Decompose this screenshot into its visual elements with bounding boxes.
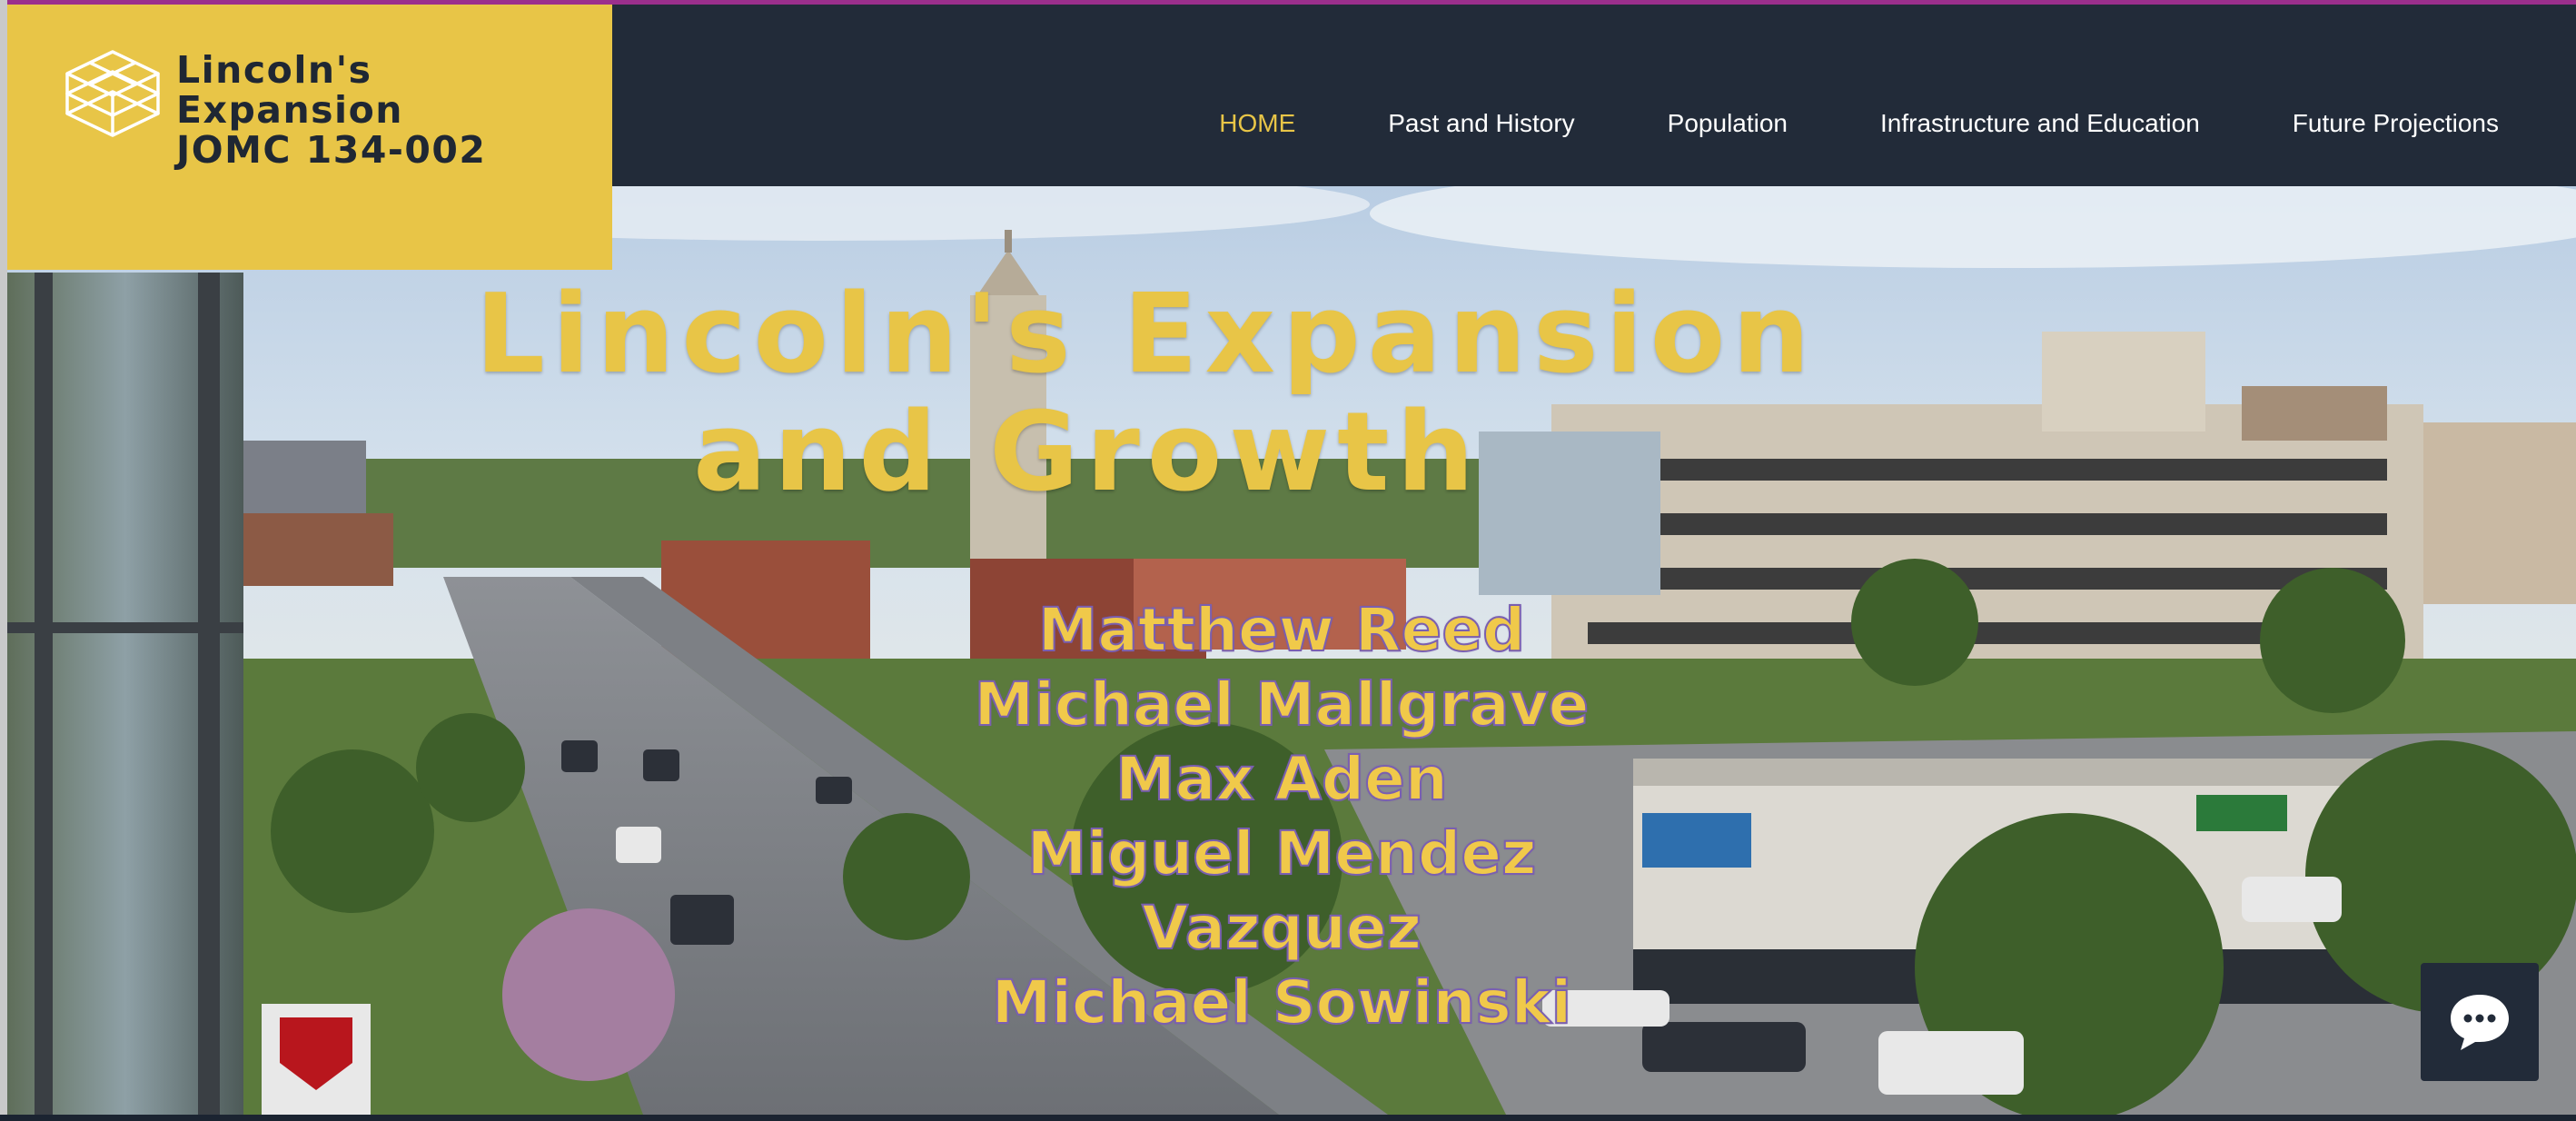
nav-item-past-and-history[interactable]: Past and History xyxy=(1388,109,1574,138)
chat-button[interactable] xyxy=(2421,963,2539,1081)
hero-title-line1: Lincoln's Expansion xyxy=(475,272,1818,398)
hero-title-line2: and Growth xyxy=(693,390,1481,516)
author-name: Miguel Mendez Vazquez xyxy=(1026,818,1538,964)
page: Lincoln's Expansion JOMC 134-002 HOME Pa… xyxy=(0,0,2576,1121)
logo-block[interactable]: Lincoln's Expansion JOMC 134-002 xyxy=(7,5,612,270)
chat-bubble-icon xyxy=(2451,995,2509,1050)
author-list: Matthew Reed Michael Mallgrave Max Aden … xyxy=(900,593,1663,1040)
site-title[interactable]: Lincoln's Expansion JOMC 134-002 xyxy=(176,50,612,170)
bottom-strip xyxy=(0,1115,2576,1121)
hero-section: Lincoln's Expansion and Growth Matthew R… xyxy=(7,186,2576,1115)
nav-item-infrastructure-and-education[interactable]: Infrastructure and Education xyxy=(1880,109,2200,138)
author-name: Max Aden xyxy=(1115,743,1449,815)
author-name: Michael Sowinski xyxy=(991,967,1573,1038)
author-name: Michael Mallgrave xyxy=(974,669,1590,740)
nav-item-future-projections[interactable]: Future Projections xyxy=(2293,109,2499,138)
main-nav: HOME Past and History Population Infrast… xyxy=(1126,109,2499,138)
window-left-edge xyxy=(0,0,7,1121)
site-title-line2: JOMC 134-002 xyxy=(176,128,487,172)
site-title-line1: Lincoln's Expansion xyxy=(176,48,403,132)
nav-item-home[interactable]: HOME xyxy=(1219,109,1295,138)
author-name: Matthew Reed xyxy=(1037,594,1527,666)
nav-item-population[interactable]: Population xyxy=(1668,109,1788,138)
stacked-layers-icon xyxy=(65,50,160,137)
